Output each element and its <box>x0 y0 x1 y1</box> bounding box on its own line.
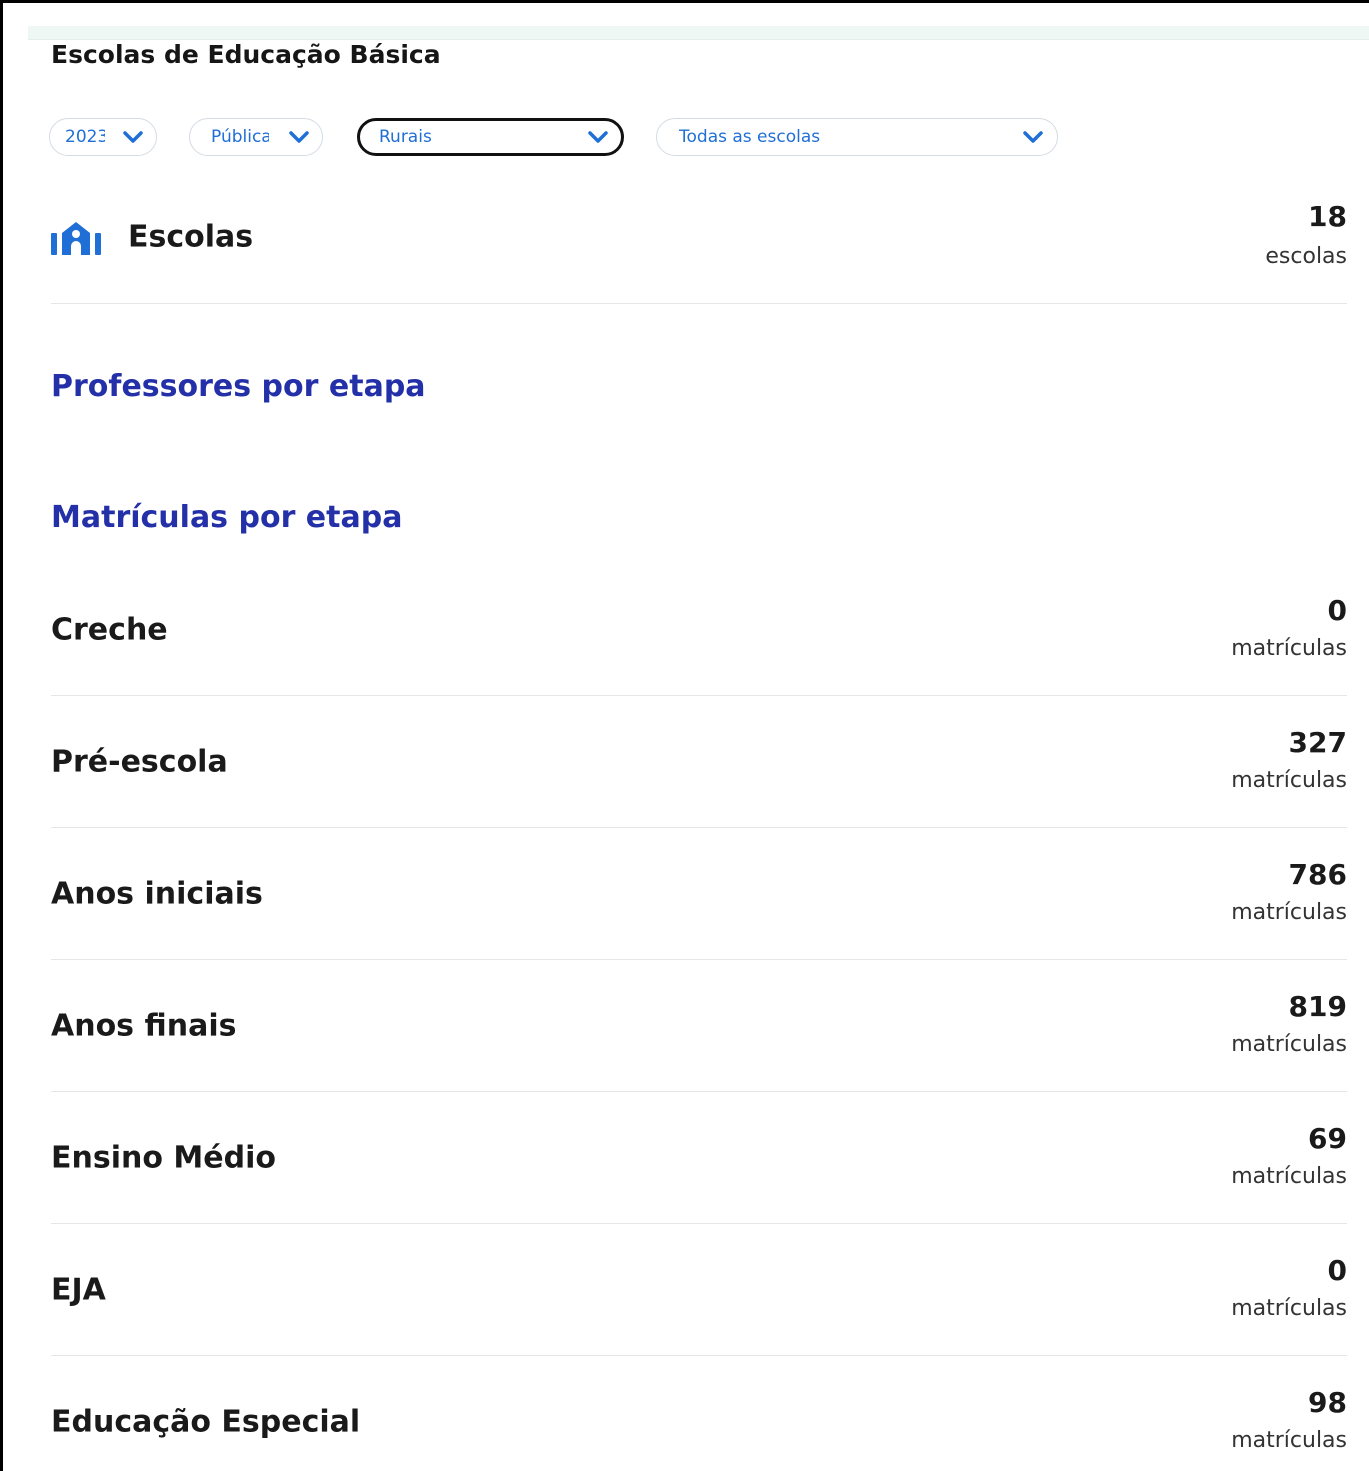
school-select-value: Todas as escolas <box>679 127 821 147</box>
enrollment-unit: matrículas <box>1231 900 1347 925</box>
schools-summary-row: Escolas 18 escolas <box>51 172 1347 304</box>
stage-label: Pré-escola <box>51 744 228 780</box>
stage-label: EJA <box>51 1272 106 1308</box>
enrollment-unit: matrículas <box>1231 1032 1347 1057</box>
enrollment-unit: matrículas <box>1231 636 1347 661</box>
enrollment-row-pre-escola: Pré-escola 327 matrículas <box>51 696 1347 828</box>
chevron-down-icon <box>588 131 608 143</box>
enrollment-count: 327 <box>1288 726 1347 759</box>
network-select-value: Pública <box>211 127 269 147</box>
schools-count: 18 <box>1308 200 1347 233</box>
enrollment-row-anos-iniciais: Anos iniciais 786 matrículas <box>51 828 1347 960</box>
enrollments-by-stage-heading[interactable]: Matrículas por etapa <box>51 500 402 535</box>
schools-unit: escolas <box>1265 244 1347 269</box>
year-select[interactable]: 2023 <box>49 118 157 156</box>
teachers-by-stage-heading[interactable]: Professores por etapa <box>51 369 426 404</box>
top-strip <box>28 26 1369 40</box>
schools-label: Escolas <box>128 219 254 255</box>
school-select[interactable]: Todas as escolas <box>656 118 1058 156</box>
enrollment-row-eja: EJA 0 matrículas <box>51 1224 1347 1356</box>
stage-label: Creche <box>51 612 168 648</box>
school-building-icon <box>51 222 101 255</box>
enrollment-unit: matrículas <box>1231 768 1347 793</box>
page-title: Escolas de Educação Básica <box>51 40 441 69</box>
enrollment-row-anos-finais: Anos finais 819 matrículas <box>51 960 1347 1092</box>
enrollment-count: 69 <box>1308 1122 1347 1155</box>
location-select[interactable]: Rurais <box>357 118 624 156</box>
enrollment-count: 786 <box>1288 858 1347 891</box>
enrollment-row-creche: Creche 0 matrículas <box>51 564 1347 696</box>
stage-label: Anos iniciais <box>51 876 263 912</box>
enrollment-count: 98 <box>1308 1386 1347 1419</box>
stage-label: Educação Especial <box>51 1404 361 1440</box>
chevron-down-icon <box>123 131 143 143</box>
stage-label: Anos finais <box>51 1008 237 1044</box>
chevron-down-icon <box>1023 131 1043 143</box>
chevron-down-icon <box>289 131 309 143</box>
enrollment-unit: matrículas <box>1231 1164 1347 1189</box>
network-select[interactable]: Pública <box>189 118 323 156</box>
enrollment-count: 0 <box>1327 594 1347 627</box>
enrollment-row-ensino-medio: Ensino Médio 69 matrículas <box>51 1092 1347 1224</box>
year-select-value: 2023 <box>65 127 105 147</box>
enrollment-unit: matrículas <box>1231 1428 1347 1453</box>
enrollment-unit: matrículas <box>1231 1296 1347 1321</box>
stage-label: Ensino Médio <box>51 1140 276 1176</box>
enrollment-count: 819 <box>1288 990 1347 1023</box>
enrollment-row-educacao-especial: Educação Especial 98 matrículas <box>51 1356 1347 1471</box>
location-select-value: Rurais <box>379 127 432 147</box>
enrollment-count: 0 <box>1327 1254 1347 1287</box>
